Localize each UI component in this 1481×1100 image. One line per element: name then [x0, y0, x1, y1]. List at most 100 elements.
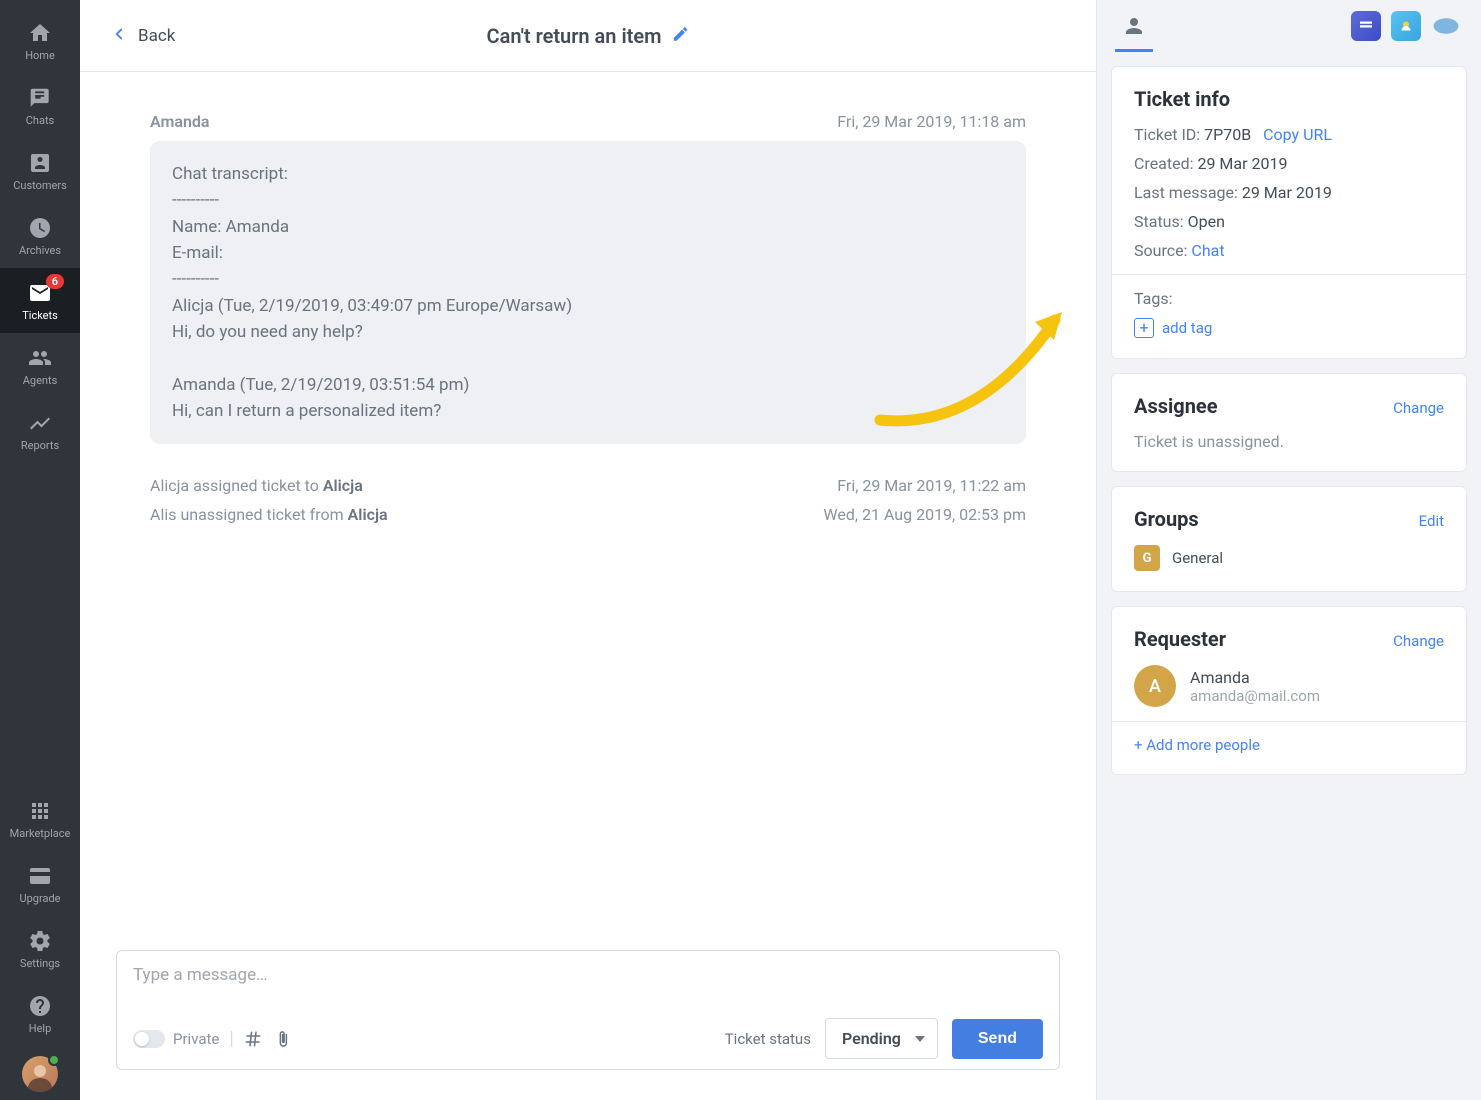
home-icon [27, 20, 53, 46]
event-subject: Alicja [323, 476, 363, 495]
ticket-status-select[interactable]: Pending [825, 1018, 938, 1059]
nav-settings[interactable]: Settings [0, 916, 80, 981]
integration-icon[interactable] [1391, 11, 1421, 41]
salesforce-icon[interactable] [1431, 11, 1461, 41]
add-more-people-link[interactable]: + Add more people [1134, 736, 1260, 754]
back-label: Back [138, 26, 175, 46]
tickets-badge: 6 [46, 274, 64, 289]
nav-sidebar: Home Chats Customers Archives 6 Tickets … [0, 0, 80, 1100]
attachment-icon[interactable] [274, 1028, 292, 1049]
tags-label: Tags: [1134, 289, 1444, 308]
nav-archives[interactable]: Archives [0, 203, 80, 268]
card-title: Assignee [1134, 394, 1218, 418]
message-author: Amanda [150, 112, 210, 131]
nav-label: Archives [19, 245, 61, 256]
nav-tickets[interactable]: 6 Tickets [0, 268, 80, 333]
chats-icon [27, 85, 53, 111]
event-row: Alicja assigned ticket to Alicja Fri, 29… [150, 476, 1026, 495]
card-assignee: Assignee Change Ticket is unassigned. [1111, 373, 1467, 472]
card-groups: Groups Edit G General [1111, 486, 1467, 592]
nav-label: Help [29, 1023, 52, 1034]
requester-avatar: A [1134, 665, 1176, 707]
nav-label: Chats [26, 115, 54, 126]
info-created: Created: 29 Mar 2019 [1134, 154, 1444, 173]
nav-chats[interactable]: Chats [0, 73, 80, 138]
nav-label: Customers [13, 180, 67, 191]
nav-agents[interactable]: Agents [0, 333, 80, 398]
nav-upgrade[interactable]: Upgrade [0, 851, 80, 916]
grid-icon [27, 798, 53, 824]
requester-name: Amanda [1190, 668, 1320, 687]
nav-help[interactable]: Help [0, 981, 80, 1046]
card-ticket-info: Ticket info Ticket ID: 7P70B Copy URL Cr… [1111, 66, 1467, 359]
nav-label: Agents [23, 375, 58, 386]
nav-home[interactable]: Home [0, 8, 80, 73]
gear-icon [27, 928, 53, 954]
card-title: Groups [1134, 507, 1199, 531]
event-text: Alicja assigned ticket to [150, 476, 323, 495]
info-ticket-id: Ticket ID: 7P70B Copy URL [1134, 125, 1444, 144]
copy-url-link[interactable]: Copy URL [1263, 125, 1332, 144]
nav-label: Settings [20, 958, 60, 969]
detail-tabs [1097, 0, 1481, 52]
nav-label: Home [25, 50, 55, 61]
status-value: Pending [842, 1029, 901, 1048]
chat-transcript: Chat transcript: ---------- Name: Amanda… [150, 141, 1026, 444]
details-panel: Ticket info Ticket ID: 7P70B Copy URL Cr… [1097, 0, 1481, 1100]
assignee-body: Ticket is unassigned. [1134, 432, 1444, 451]
card-requester: Requester Change A Amanda amanda@mail.co… [1111, 606, 1467, 775]
event-time: Wed, 21 Aug 2019, 02:53 pm [823, 505, 1026, 524]
change-assignee-link[interactable]: Change [1393, 399, 1444, 417]
header-bar: Back Can't return an item [80, 0, 1096, 72]
nav-marketplace[interactable]: Marketplace [0, 786, 80, 851]
nav-reports[interactable]: Reports [0, 398, 80, 463]
send-button[interactable]: Send [952, 1019, 1043, 1059]
nav-label: Marketplace [10, 828, 71, 839]
private-label: Private [173, 1030, 219, 1048]
agents-icon [27, 345, 53, 371]
reports-icon [27, 410, 53, 436]
card-title: Ticket info [1134, 87, 1444, 111]
change-requester-link[interactable]: Change [1393, 632, 1444, 650]
group-badge: G [1134, 545, 1160, 571]
conversation-area: Amanda Fri, 29 Mar 2019, 11:18 am Chat t… [80, 72, 1096, 950]
plus-icon: + [1134, 318, 1154, 338]
integration-icon[interactable] [1351, 11, 1381, 41]
info-last-message: Last message: 29 Mar 2019 [1134, 183, 1444, 202]
add-tag-button[interactable]: + add tag [1134, 318, 1444, 338]
event-text: Alis unassigned ticket from [150, 505, 348, 524]
page-title: Can't return an item [487, 24, 690, 48]
source-link[interactable]: Chat [1191, 241, 1224, 260]
nav-label: Reports [21, 440, 59, 451]
edit-icon[interactable] [672, 24, 690, 48]
nav-label: Tickets [22, 310, 58, 321]
add-tag-label: add tag [1162, 319, 1212, 337]
main-panel: Back Can't return an item Amanda Fri, 29… [80, 0, 1097, 1100]
message-time: Fri, 29 Mar 2019, 11:18 am [837, 112, 1026, 131]
edit-groups-link[interactable]: Edit [1419, 512, 1444, 530]
nav-customers[interactable]: Customers [0, 138, 80, 203]
current-user-avatar[interactable] [22, 1056, 58, 1092]
back-button[interactable]: Back [110, 25, 175, 47]
ticket-status-label: Ticket status [725, 1030, 811, 1048]
group-name: General [1172, 549, 1223, 567]
hashtag-icon[interactable] [244, 1028, 262, 1049]
info-source: Source: Chat [1134, 241, 1444, 260]
card-title: Requester [1134, 627, 1226, 651]
upgrade-icon [27, 863, 53, 889]
tab-person[interactable] [1117, 0, 1151, 52]
private-toggle[interactable] [133, 1030, 165, 1048]
event-subject: Alicja [348, 505, 388, 524]
help-icon [27, 993, 53, 1019]
nav-label: Upgrade [19, 893, 60, 904]
event-time: Fri, 29 Mar 2019, 11:22 am [837, 476, 1026, 495]
archives-icon [27, 215, 53, 241]
message-input[interactable] [133, 965, 1043, 1018]
status-online-dot [48, 1054, 60, 1066]
arrow-left-icon [110, 25, 128, 47]
customers-icon [27, 150, 53, 176]
info-status: Status: Open [1134, 212, 1444, 231]
requester-email: amanda@mail.com [1190, 687, 1320, 705]
message-composer: Private | Ticket status Pending Send [116, 950, 1060, 1070]
event-row: Alis unassigned ticket from Alicja Wed, … [150, 505, 1026, 524]
